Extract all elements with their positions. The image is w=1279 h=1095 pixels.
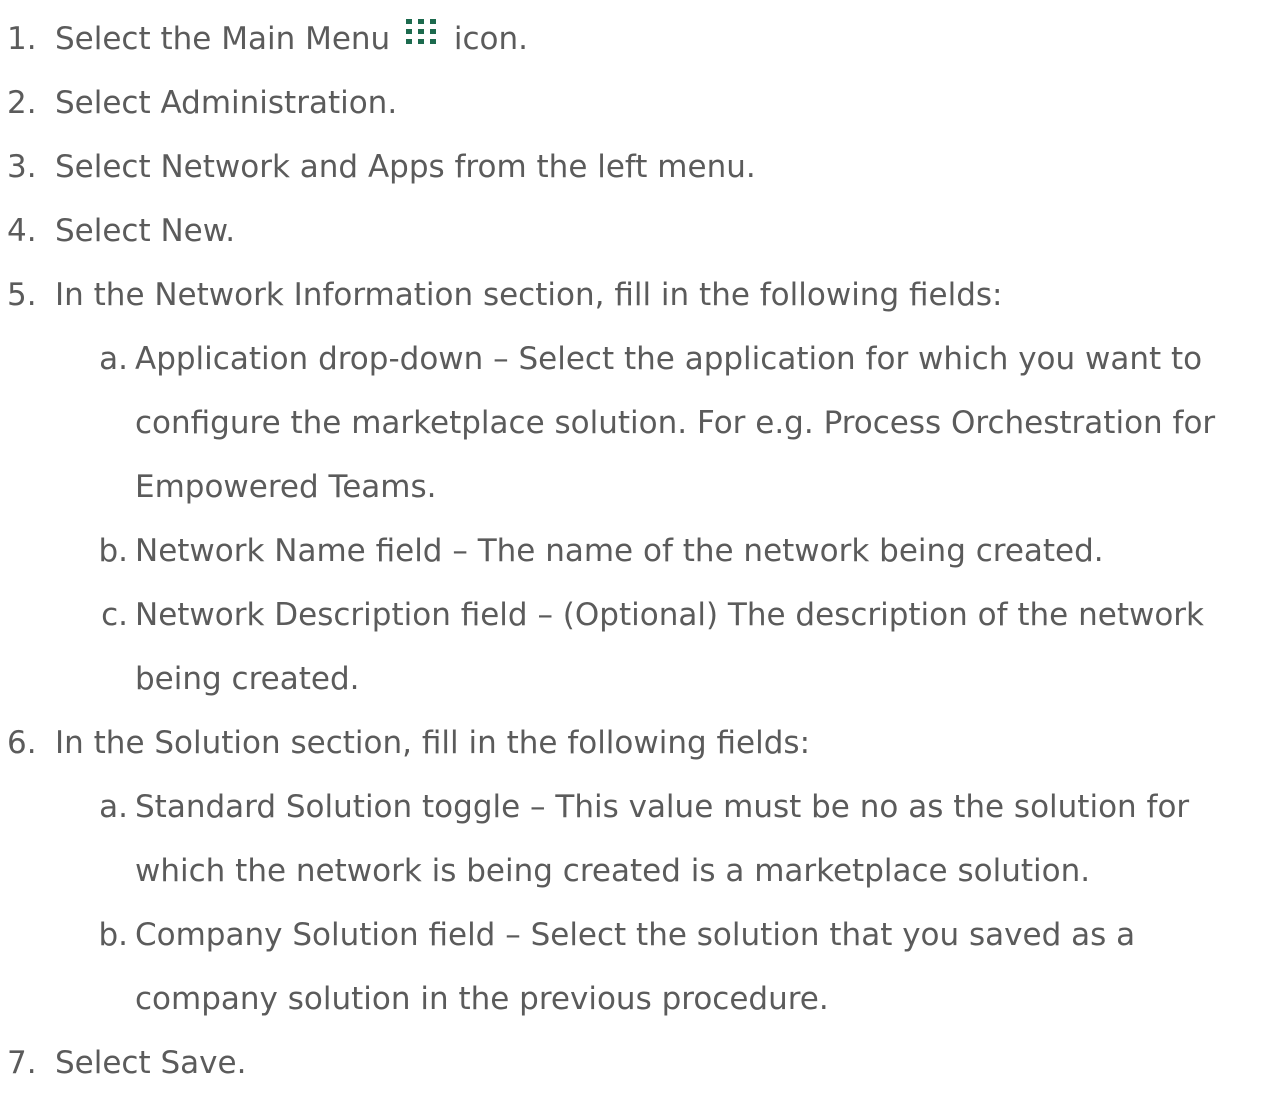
substep-5a: a. Application drop-down – Select the ap… (55, 327, 1261, 519)
step-text: Select Administration. (55, 85, 398, 121)
steps-list: 1. Select the Main Menu icon. 2. Select … (0, 7, 1279, 1095)
step-text: In the Solution section, fill in the fol… (55, 725, 811, 761)
substep-text: Company Solution field – Select the solu… (135, 917, 1136, 1017)
step-number: 1. (7, 21, 37, 57)
step-7: 7. Select Save. (0, 1031, 1279, 1095)
step-number: 2. (7, 85, 37, 121)
step-2: 2. Select Administration. (0, 71, 1279, 135)
step-number: 3. (7, 149, 37, 185)
substep-letter: c. (101, 597, 128, 633)
step-number: 5. (7, 277, 37, 313)
step-number: 7. (7, 1045, 37, 1081)
substep-text: Network Name field – The name of the net… (135, 533, 1104, 569)
substep-letter: b. (98, 917, 128, 953)
substep-text: Standard Solution toggle – This value mu… (135, 789, 1190, 889)
step-3: 3. Select Network and Apps from the left… (0, 135, 1279, 199)
substep-6b: b. Company Solution field – Select the s… (55, 903, 1261, 1031)
step-1: 1. Select the Main Menu icon. (0, 7, 1279, 71)
step-5-substeps: a. Application drop-down – Select the ap… (0, 327, 1279, 711)
step-text: Select New. (55, 213, 236, 249)
step-5: 5. In the Network Information section, f… (0, 263, 1279, 327)
step-text: Select Network and Apps from the left me… (55, 149, 756, 185)
substeps-list: a. Standard Solution toggle – This value… (0, 775, 1279, 1031)
substep-letter: a. (99, 789, 128, 825)
step-number: 6. (7, 725, 37, 761)
step-number: 4. (7, 213, 37, 249)
step-6-substeps: a. Standard Solution toggle – This value… (0, 775, 1279, 1031)
step-text-suffix: icon. (444, 21, 529, 57)
substeps-list: a. Application drop-down – Select the ap… (0, 327, 1279, 711)
substep-text: Network Description field – (Optional) T… (135, 597, 1204, 697)
step-text: Select Save. (55, 1045, 247, 1081)
substep-letter: b. (98, 533, 128, 569)
step-text: In the Network Information section, fill… (55, 277, 1003, 313)
substep-5c: c. Network Description field – (Optional… (55, 583, 1261, 711)
substep-letter: a. (99, 341, 128, 377)
step-4: 4. Select New. (0, 199, 1279, 263)
step-text: Select the Main Menu (55, 21, 401, 57)
substep-text: Application drop-down – Select the appli… (135, 341, 1216, 505)
main-menu-grid-icon (406, 19, 440, 45)
step-6: 6. In the Solution section, fill in the … (0, 711, 1279, 775)
instructions-page: 1. Select the Main Menu icon. 2. Select … (0, 0, 1279, 1091)
substep-5b: b. Network Name field – The name of the … (55, 519, 1261, 583)
substep-6a: a. Standard Solution toggle – This value… (55, 775, 1261, 903)
